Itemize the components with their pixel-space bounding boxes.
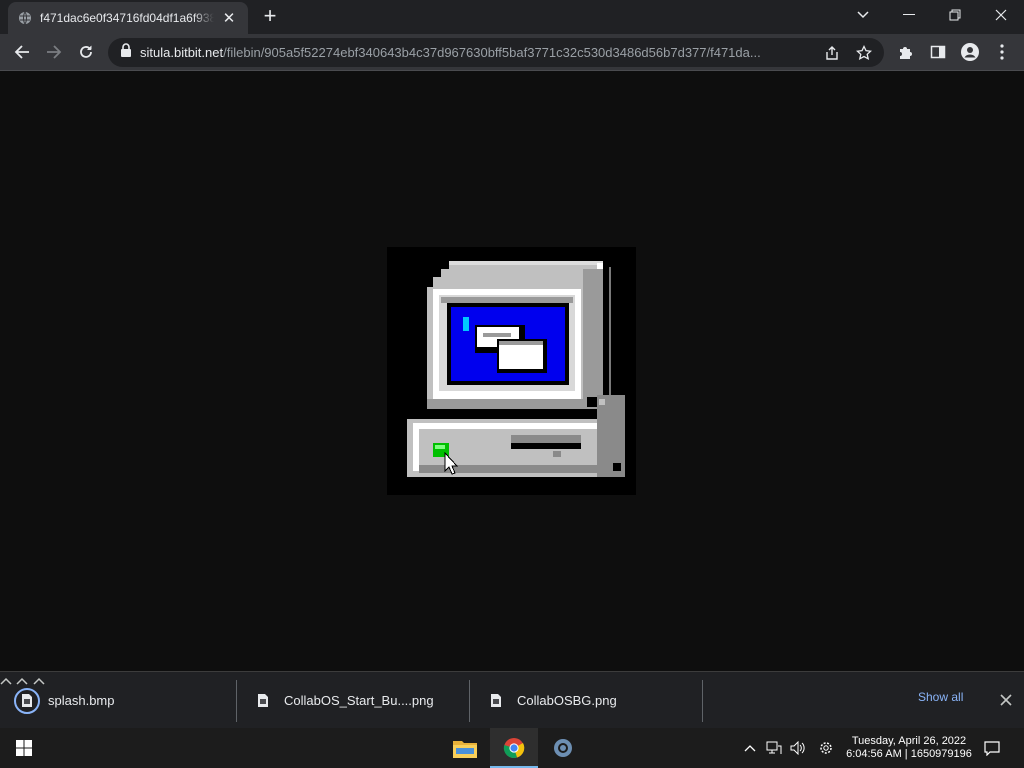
notification-icon[interactable] [982, 738, 1002, 758]
download-item[interactable]: CollabOSBG.png [483, 672, 617, 729]
share-icon[interactable] [824, 45, 840, 61]
url-path: /filebin/905a5f52274ebf340643b4c37d96763… [223, 45, 761, 60]
url-text[interactable]: situla.bitbit.net/filebin/905a5f52274ebf… [140, 45, 812, 60]
globe-icon [18, 11, 32, 25]
close-icon [995, 9, 1007, 21]
folder-icon [453, 741, 477, 758]
taskbar-chrome[interactable] [490, 728, 538, 768]
reload-button[interactable] [72, 38, 100, 66]
gear-icon[interactable] [816, 738, 836, 758]
tab-search-button[interactable] [840, 0, 886, 30]
download-item[interactable]: CollabOS_Start_Bu....png [250, 672, 434, 729]
forward-button[interactable] [40, 38, 68, 66]
chrome-icon [503, 738, 525, 759]
taskbar: Tuesday, April 26, 2022 6:04:56 AM | 165… [0, 728, 1024, 768]
browser-toolbar: situla.bitbit.net/filebin/905a5f52274ebf… [0, 34, 1024, 71]
download-filename: splash.bmp [48, 693, 115, 708]
browser-tab-strip: f471dac6e0f34716fd04df1a6f938 ✕ + [0, 0, 1024, 34]
bookmark-star-icon[interactable] [856, 45, 872, 61]
network-icon[interactable] [764, 738, 784, 758]
reload-icon [80, 45, 92, 58]
download-shelf: splash.bmp CollabOS_Start_Bu....png Coll… [0, 671, 1024, 728]
menu-kebab-icon[interactable] [992, 42, 1012, 62]
chevron-up-icon[interactable] [740, 738, 760, 758]
divider [236, 680, 237, 722]
minimize-button[interactable] [886, 0, 932, 30]
download-item[interactable]: splash.bmp [14, 672, 114, 729]
clock-time: 6:04:56 AM | 1650979196 [846, 748, 972, 760]
divider [702, 680, 703, 722]
arrow-right-icon [47, 45, 62, 59]
taskbar-settings[interactable] [539, 728, 587, 768]
viewed-image-computer [387, 247, 636, 495]
show-all-link[interactable]: Show all [918, 690, 963, 704]
back-button[interactable] [8, 38, 36, 66]
arrow-left-icon [14, 45, 29, 59]
restore-button[interactable] [932, 0, 978, 30]
close-window-button[interactable] [978, 0, 1024, 30]
volume-icon[interactable] [788, 738, 808, 758]
file-icon [483, 688, 509, 714]
settings-app-icon [554, 739, 572, 757]
file-icon [14, 687, 40, 714]
browser-tab[interactable]: f471dac6e0f34716fd04df1a6f938 ✕ [8, 2, 248, 34]
taskbar-file-explorer[interactable] [441, 728, 489, 768]
lock-icon[interactable] [120, 43, 132, 62]
download-filename: CollabOS_Start_Bu....png [284, 693, 434, 708]
minimize-icon [903, 14, 915, 15]
divider [469, 680, 470, 722]
address-bar[interactable]: situla.bitbit.net/filebin/905a5f52274ebf… [108, 38, 884, 67]
chevron-down-icon [857, 11, 869, 19]
start-button[interactable] [0, 728, 48, 768]
extensions-puzzle-icon[interactable] [896, 42, 916, 62]
close-tab-icon[interactable]: ✕ [220, 9, 238, 27]
side-panel-icon[interactable] [928, 42, 948, 62]
file-icon [250, 688, 276, 714]
taskbar-clock[interactable]: Tuesday, April 26, 2022 6:04:56 AM | 165… [844, 735, 974, 761]
url-host: situla.bitbit.net [140, 45, 224, 60]
close-shelf-icon[interactable] [996, 690, 1016, 710]
tab-title: f471dac6e0f34716fd04df1a6f938 [40, 11, 215, 25]
restore-icon [949, 9, 961, 21]
windows-logo-icon [16, 740, 32, 756]
clock-date: Tuesday, April 26, 2022 [851, 735, 967, 747]
profile-avatar-icon[interactable] [960, 42, 980, 62]
download-filename: CollabOSBG.png [517, 693, 617, 708]
new-tab-button[interactable]: + [258, 5, 282, 28]
